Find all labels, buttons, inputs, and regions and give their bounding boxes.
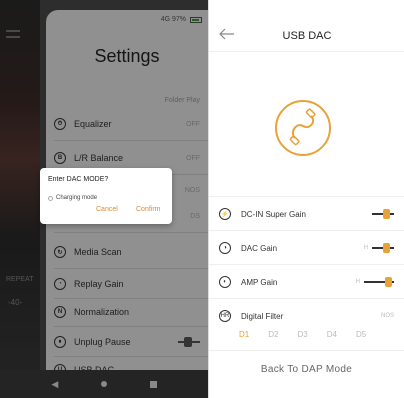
radio-icon[interactable] [48,195,53,201]
filter-option-d5[interactable]: D5 [356,330,366,339]
dc-in-icon: ⚡ [219,208,231,220]
dc-in-gain-slider[interactable] [372,209,394,219]
option-label: Charging mode [56,195,98,201]
header: USB DAC [209,0,404,52]
row-label: DC-IN Super Gain [241,209,306,219]
filter-option-d1[interactable]: D1 [239,330,249,339]
row-amp-gain[interactable]: ◐ AMP Gain H [209,265,404,299]
divider [209,350,404,351]
amp-gain-icon: ◐ [219,276,231,288]
row-label: Digital Filter [241,311,284,321]
page-title: USB DAC [282,30,332,42]
dac-gain-icon: ◑ [219,242,231,254]
filter-option-d3[interactable]: D3 [297,330,307,339]
row-digital-filter[interactable]: HR Digital Filter NOS [209,299,404,333]
filter-option-d4[interactable]: D4 [327,330,337,339]
filter-option-d2[interactable]: D2 [268,330,278,339]
dac-gain-slider[interactable] [372,243,394,253]
row-label: AMP Gain [241,277,278,287]
charging-mode-option[interactable]: Charging mode [48,195,97,201]
digital-filter-icon: HR [219,310,231,322]
row-value: H [355,279,360,285]
row-dac-gain[interactable]: ◑ DAC Gain H [209,231,404,265]
back-to-dap-button[interactable]: Back To DAP Mode [209,364,404,375]
right-screen: USB DAC ⚡ DC-IN Super Gain ◑ DAC Gain H … [208,0,404,398]
row-value: NOS [380,313,394,319]
left-screen: REPEAT -40- 4G 97% Settings Folder Play … [0,0,208,398]
row-label: DAC Gain [241,243,278,253]
confirm-button[interactable]: Confirm [136,206,161,213]
row-value: H [363,245,368,251]
dialog-title: Enter DAC MODE? [48,176,109,183]
row-dc-in-super-gain[interactable]: ⚡ DC-IN Super Gain [209,197,404,231]
amp-gain-slider[interactable] [364,277,394,287]
usb-cable-icon [275,100,331,156]
cancel-button[interactable]: Cancel [96,206,118,213]
dac-mode-dialog: Enter DAC MODE? Charging mode Cancel Con… [40,168,172,224]
digital-filter-options: D1 D2 D3 D4 D5 [239,330,366,339]
